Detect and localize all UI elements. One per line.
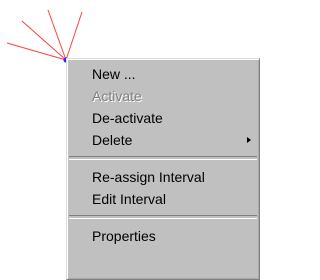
menu-separator [69, 215, 257, 219]
menu-item-label: Properties [92, 228, 156, 244]
menu-item-label: Re-assign Interval [92, 169, 205, 185]
menu-separator [69, 156, 257, 160]
menu-item-edit-interval[interactable]: Edit Interval [67, 188, 259, 210]
menu-item-reassign-interval[interactable]: Re-assign Interval [67, 166, 259, 188]
menu-item-new[interactable]: New ... [67, 63, 259, 85]
menu-item-label: Edit Interval [92, 191, 166, 207]
context-menu: New ... Activate De-activate Delete Re-a… [66, 58, 260, 280]
menu-item-label: New ... [92, 66, 136, 82]
triangle-right-icon [247, 137, 251, 143]
menu-item-delete[interactable]: Delete [67, 129, 259, 151]
menu-item-deactivate[interactable]: De-activate [67, 107, 259, 129]
canvas: New ... Activate De-activate Delete Re-a… [0, 0, 260, 280]
menu-item-activate: Activate [67, 85, 259, 107]
menu-item-properties[interactable]: Properties [67, 225, 259, 247]
graph-edge [65, 11, 83, 61]
menu-item-label: Activate [92, 88, 142, 104]
menu-item-label: Delete [92, 132, 133, 148]
menu-item-label: De-activate [92, 110, 163, 126]
